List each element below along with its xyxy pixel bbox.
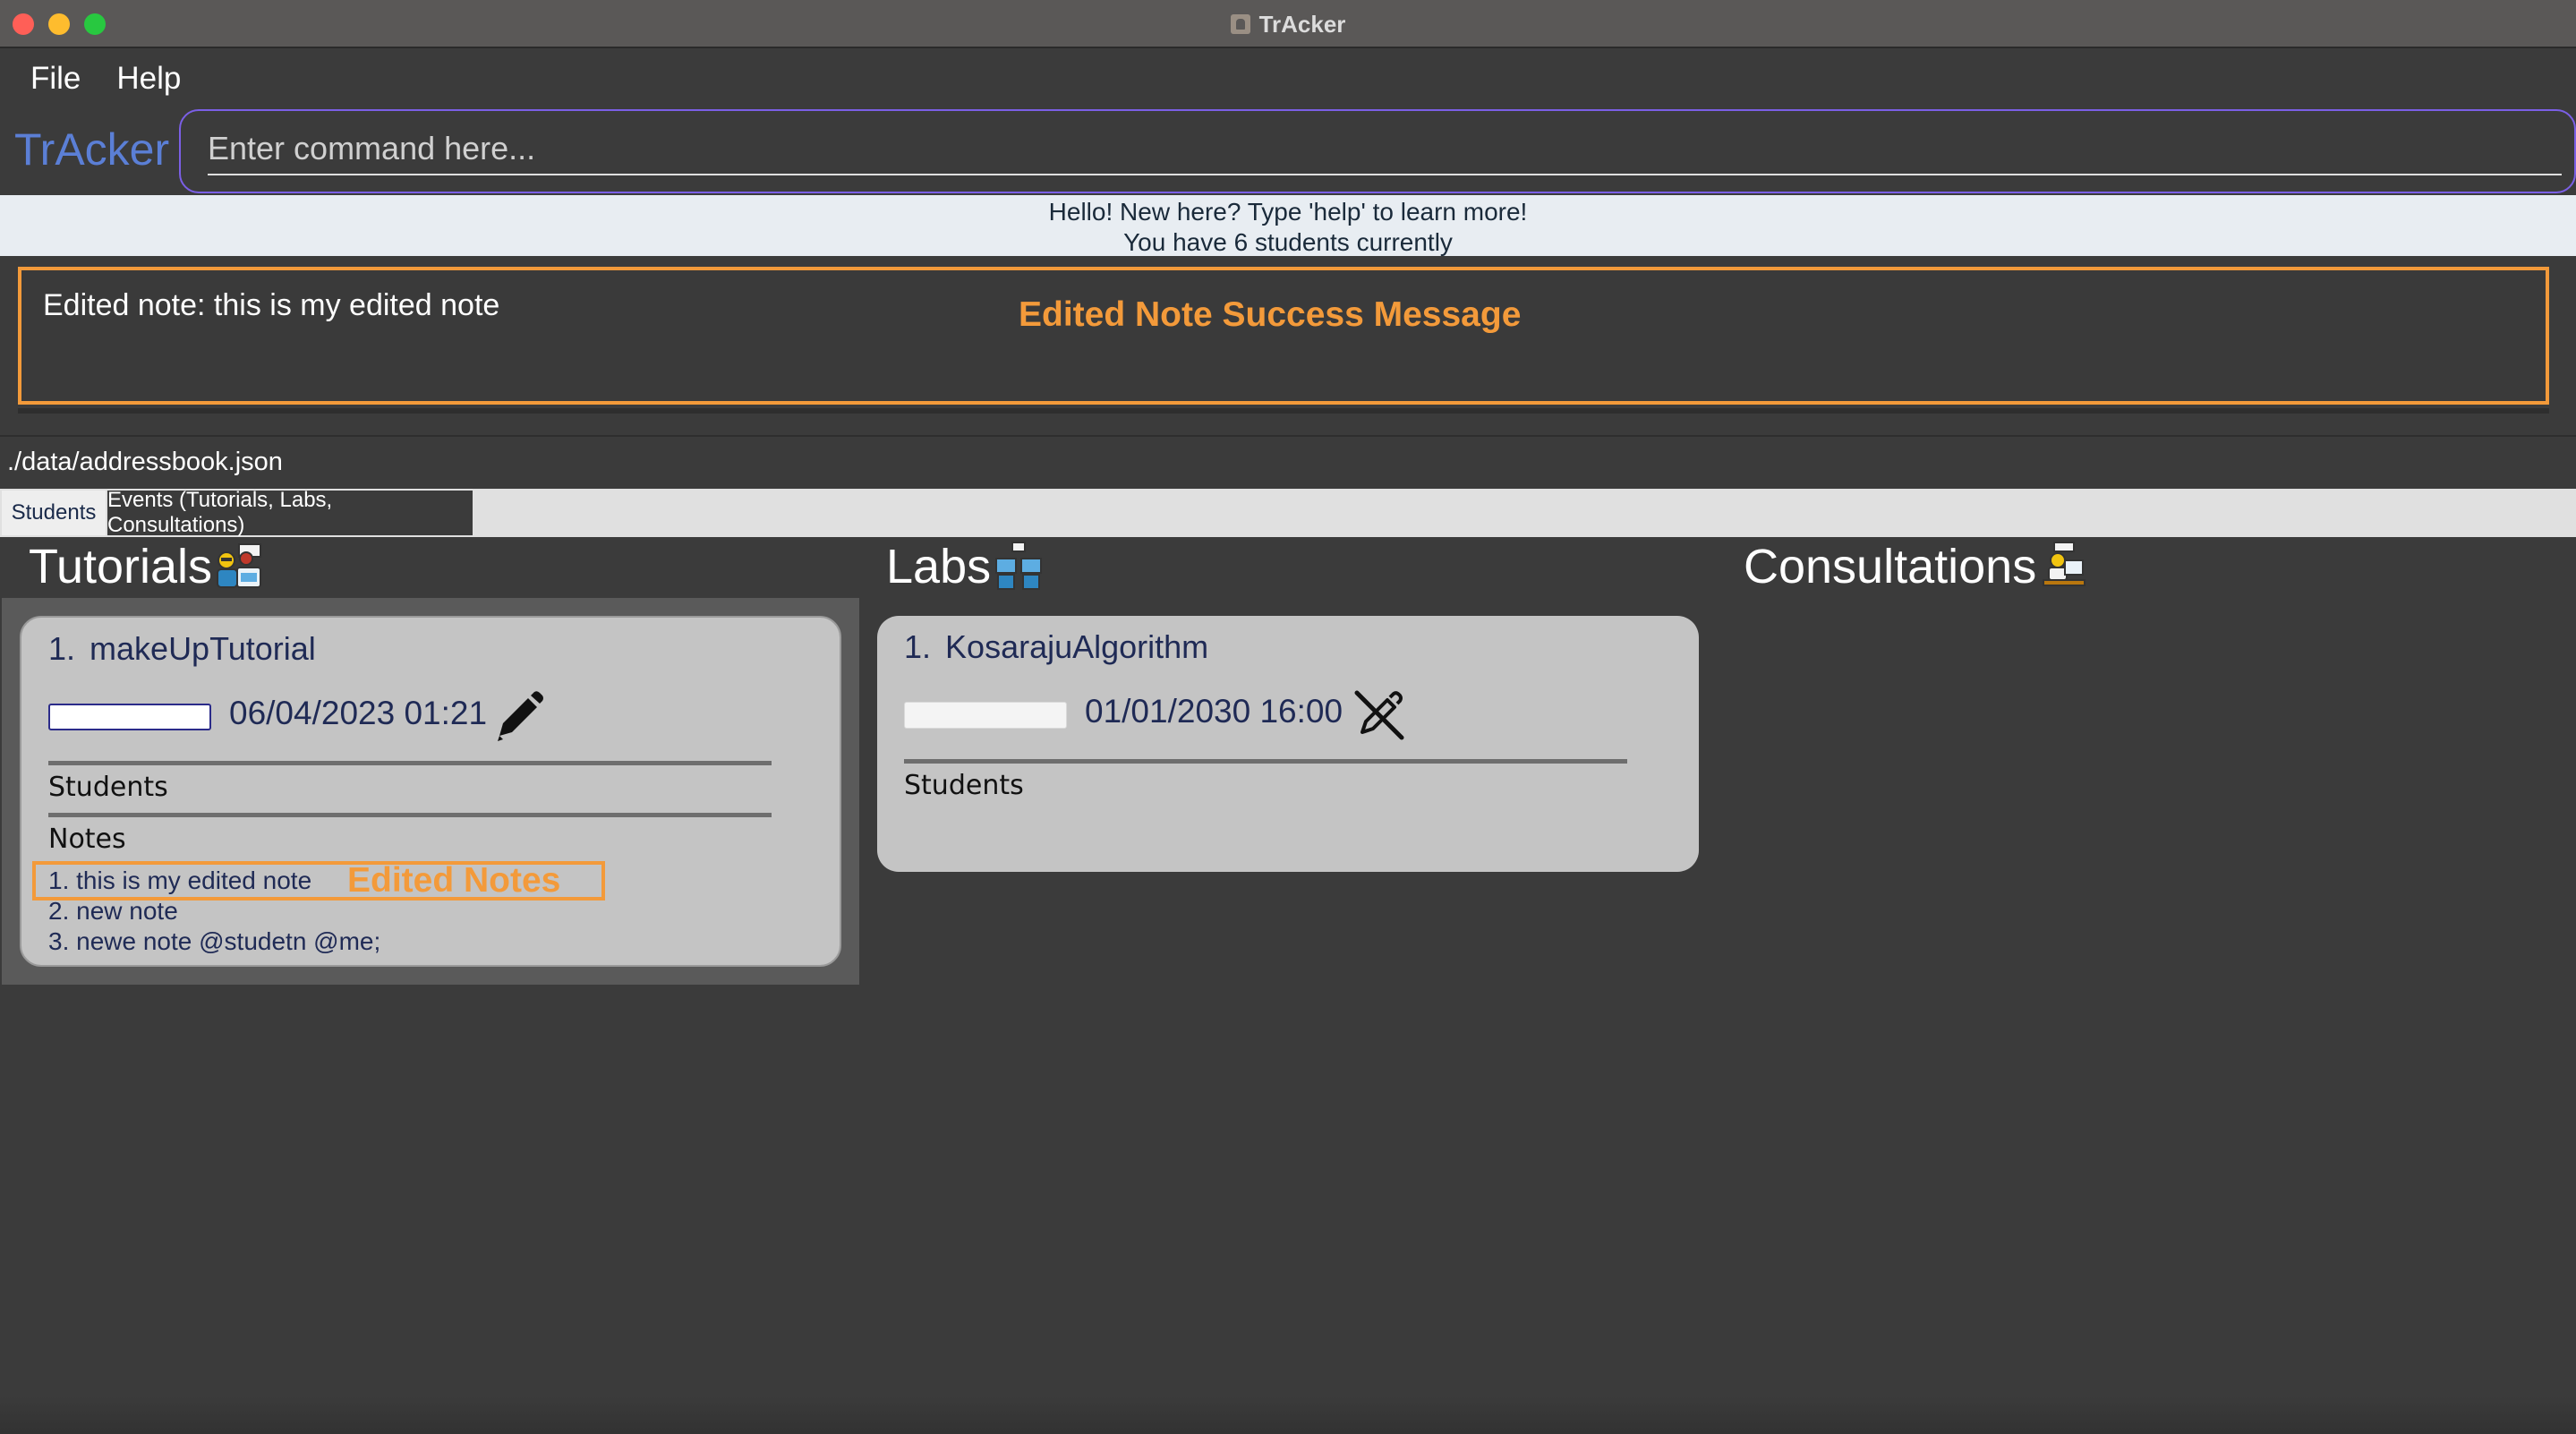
result-message: Edited note: this is my edited note [43,288,500,322]
lab-students-label: Students [904,770,1024,801]
tutorial-title: 1. makeUpTutorial [48,630,316,668]
lab-title: 1. KosarajuAlgorithm [904,628,1208,666]
tutorial-name: makeUpTutorial [90,630,316,667]
tutorial-index: 1. [48,630,76,667]
welcome-line-2: You have 6 students currently [1123,228,1453,256]
window-titlebar: TrAcker [0,0,2576,48]
menu-help[interactable]: Help [116,61,181,97]
command-input[interactable] [208,124,2562,175]
lab-progress-bar [904,702,1067,729]
lab-name: KosarajuAlgorithm [945,628,1209,665]
tutorial-datetime: 06/04/2023 01:21 [229,695,488,731]
status-bar: ./data/addressbook.json [0,435,2576,489]
note-item-3: 3. newe note @studetn @me; [48,927,381,955]
consultations-header: Consultations [1744,539,2090,594]
pencil-icon [498,691,543,741]
result-annotation: Edited Note Success Message [1019,295,1522,334]
edited-notes-annotation: Edited Notes [347,861,561,900]
window-title-group: TrAcker [0,0,2576,48]
result-display-area: Edited note: this is my edited note Edit… [0,256,2576,435]
menu-file[interactable]: File [30,61,81,97]
welcome-banner: Hello! New here? Type 'help' to learn mo… [0,195,2576,256]
app-icon [1230,14,1250,34]
tutorial-card[interactable]: 1. makeUpTutorial 06/04/2023 01:21 Studen… [20,616,841,967]
command-box [179,109,2576,193]
data-file-path: ./data/addressbook.json [7,448,283,476]
lab-datetime: 01/01/2030 16:00 [1085,693,1343,730]
command-row: TrAcker [0,107,2576,193]
lab-computers-icon [995,542,1043,590]
lab-students-divider [904,759,1627,764]
pencil-off-icon [1354,690,1404,740]
consultation-desk-icon [2043,542,2086,586]
tutorial-notes-label: Notes [48,824,126,855]
result-display: Edited note: this is my edited note Edit… [18,267,2549,405]
labs-title: Labs [886,540,992,593]
tutorial-people-icon [217,543,262,588]
tutorials-header: Tutorials [29,539,266,594]
notes-divider [48,813,772,817]
tab-students[interactable]: Students [2,491,106,535]
window-bottom-edge [0,1396,2576,1434]
tutorial-progress-bar [48,704,211,730]
tutorial-students-label: Students [48,772,168,803]
tab-events[interactable]: Events (Tutorials, Labs, Consultations) [107,488,473,537]
lab-index: 1. [904,628,932,665]
result-scrollbar[interactable] [18,408,2549,414]
menu-bar: File Help [0,50,2576,107]
labs-header: Labs [886,539,1045,594]
lab-card[interactable]: 1. KosarajuAlgorithm 01/01/2030 16:00 Stu… [877,616,1699,872]
brand-label: TrAcker [14,124,170,175]
students-divider [48,761,772,765]
window-title: TrAcker [1258,10,1346,38]
tutorials-title: Tutorials [29,540,213,593]
consultations-title: Consultations [1744,540,2037,593]
tab-bar: Students Events (Tutorials, Labs, Consul… [0,488,2576,537]
note-item-2: 2. new note [48,897,178,925]
welcome-line-1: Hello! New here? Type 'help' to learn mo… [1048,198,1528,226]
